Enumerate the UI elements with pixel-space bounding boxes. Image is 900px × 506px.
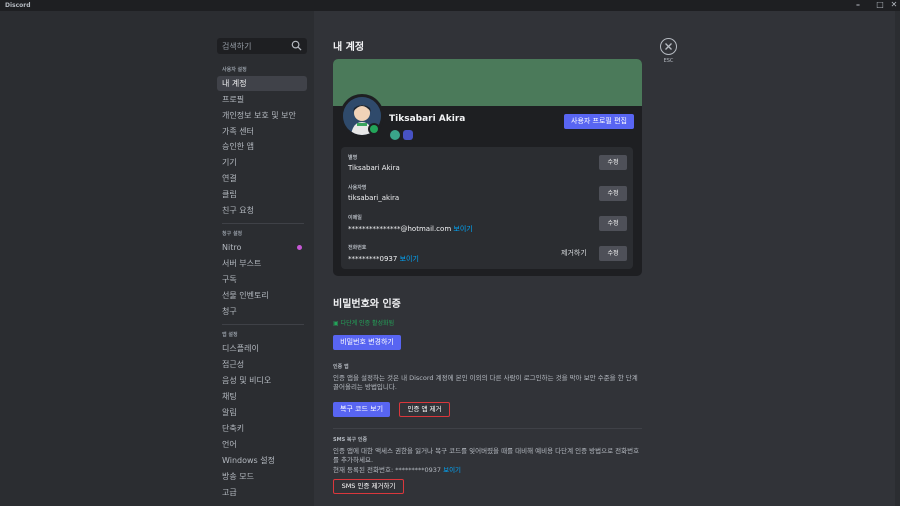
sidebar-item-keybinds[interactable]: 단축키 xyxy=(217,421,307,436)
email-value: ***************@hotmail.com xyxy=(348,225,452,233)
email-row: ***************@hotmail.com 보이기 xyxy=(348,224,473,234)
title-bar: Discord – □ ✕ xyxy=(0,0,900,11)
sidebar-item-clips[interactable]: 클립 xyxy=(217,187,307,202)
phone-value: *********0937 xyxy=(348,255,398,263)
section-divider xyxy=(333,428,642,429)
close-window-icon[interactable]: ✕ xyxy=(887,0,900,10)
auth-app-title: 인증 앱 xyxy=(333,364,349,370)
sidebar-item-display[interactable]: 디스플레이 xyxy=(217,341,307,356)
sidebar-item-language[interactable]: 언어 xyxy=(217,437,307,452)
email-label: 이메일 xyxy=(348,215,362,221)
maximize-icon[interactable]: □ xyxy=(873,0,887,10)
reveal-phone-link[interactable]: 보이기 xyxy=(400,255,419,263)
online-status-icon xyxy=(368,123,380,135)
close-settings-button[interactable] xyxy=(660,38,677,55)
sidebar-item-notifications[interactable]: 알림 xyxy=(217,405,307,420)
nitro-badge-icon[interactable] xyxy=(403,130,413,140)
current-phone-value: *********0937 xyxy=(395,466,442,474)
sidebar-item-windows-settings[interactable]: Windows 설정 xyxy=(217,453,307,468)
remove-sms-auth-button[interactable]: SMS 인증 제거하기 xyxy=(333,479,404,494)
auth-app-description: 인증 앱을 설정하는 것은 내 Discord 계정에 본인 이외의 다른 사람… xyxy=(333,374,638,391)
sms-title: SMS 복구 인증 xyxy=(333,437,368,443)
sidebar-item-connections[interactable]: 연결 xyxy=(217,171,307,186)
user-settings-header: 사용자 설정 xyxy=(222,67,247,73)
sidebar-item-privacy[interactable]: 개인정보 보호 및 보안 xyxy=(217,108,307,123)
sidebar-item-billing[interactable]: 청구 xyxy=(217,304,307,319)
mfa-status: ▣ 다단계 인증 활성화됨 xyxy=(333,318,394,327)
remove-auth-app-button[interactable]: 인증 앱 제거 xyxy=(399,402,450,417)
sidebar-divider xyxy=(222,223,304,224)
search-input[interactable]: 검색하기 xyxy=(217,38,307,54)
sidebar-item-devices[interactable]: 기기 xyxy=(217,155,307,170)
username-value: tiksabari_akira xyxy=(348,194,400,202)
sms-description: 인증 앱에 대한 액세스 권한을 잃거나 복구 코드를 잊어버렸을 때를 대비해… xyxy=(333,447,640,464)
app-title: Discord xyxy=(5,2,31,9)
nitro-badge-icon xyxy=(297,245,302,250)
view-backup-codes-button[interactable]: 복구 코드 보기 xyxy=(333,402,390,417)
reveal-email-link[interactable]: 보이기 xyxy=(453,225,472,233)
minimize-icon[interactable]: – xyxy=(851,0,865,10)
search-icon xyxy=(291,40,302,51)
profile-display-name: Tiksabari Akira xyxy=(389,114,466,124)
sidebar-item-friend-requests[interactable]: 친구 요청 xyxy=(217,203,307,218)
edit-username-button[interactable]: 수정 xyxy=(599,186,627,201)
current-phone-label: 현재 등록된 전화번호: xyxy=(333,466,396,474)
edit-email-button[interactable]: 수정 xyxy=(599,216,627,231)
shield-check-icon: ▣ xyxy=(333,320,339,327)
sidebar-item-voice-video[interactable]: 음성 및 비디오 xyxy=(217,373,307,388)
sidebar-item-label: Nitro xyxy=(222,243,242,252)
sidebar-divider xyxy=(222,324,304,325)
mfa-status-text: 다단계 인증 활성화됨 xyxy=(340,320,395,327)
page-title: 내 계정 xyxy=(333,42,365,53)
sidebar-item-gift-inventory[interactable]: 선물 인벤토리 xyxy=(217,288,307,303)
phone-label: 전화번호 xyxy=(348,245,367,251)
sidebar-item-nitro[interactable]: Nitro xyxy=(217,240,307,255)
search-placeholder: 검색하기 xyxy=(222,42,252,51)
esc-label: ESC xyxy=(663,58,674,64)
display-name-label: 별명 xyxy=(348,155,358,161)
username-label: 사용자명 xyxy=(348,185,367,191)
edit-profile-button[interactable]: 사용자 프로필 편집 xyxy=(564,114,634,129)
current-phone-row: 현재 등록된 전화번호: *********0937 보이기 xyxy=(333,466,643,475)
billing-settings-header: 청구 설정 xyxy=(222,231,243,237)
display-name-value: Tiksabari Akira xyxy=(348,164,400,172)
sidebar-item-authorized-apps[interactable]: 승인한 앱 xyxy=(217,139,307,154)
reveal-current-phone-link[interactable]: 보이기 xyxy=(443,466,461,474)
sidebar-item-advanced[interactable]: 고급 xyxy=(217,485,307,500)
hypesquad-badge-icon[interactable] xyxy=(390,130,400,140)
security-title: 비밀번호와 인증 xyxy=(333,299,401,310)
edit-display-name-button[interactable]: 수정 xyxy=(599,155,627,170)
profile-banner xyxy=(333,59,642,106)
app-settings-header: 앱 설정 xyxy=(222,332,238,338)
edit-phone-button[interactable]: 수정 xyxy=(599,246,627,261)
phone-row: *********0937 보이기 xyxy=(348,254,419,264)
sidebar-item-profile[interactable]: 프로필 xyxy=(217,92,307,107)
sidebar-item-my-account[interactable]: 내 계정 xyxy=(217,76,307,91)
sidebar-item-family-center[interactable]: 가족 센터 xyxy=(217,124,307,139)
sidebar-item-server-boost[interactable]: 서버 부스트 xyxy=(217,256,307,271)
change-password-button[interactable]: 비밀번호 변경하기 xyxy=(333,335,401,350)
remove-phone-button[interactable]: 제거하기 xyxy=(561,248,587,258)
sidebar-item-accessibility[interactable]: 접근성 xyxy=(217,357,307,372)
sidebar-item-streamer-mode[interactable]: 방송 모드 xyxy=(217,469,307,484)
sidebar-item-chat[interactable]: 채팅 xyxy=(217,389,307,404)
scrollbar[interactable] xyxy=(895,11,900,506)
sidebar-item-subscriptions[interactable]: 구독 xyxy=(217,272,307,287)
close-icon xyxy=(665,43,672,50)
